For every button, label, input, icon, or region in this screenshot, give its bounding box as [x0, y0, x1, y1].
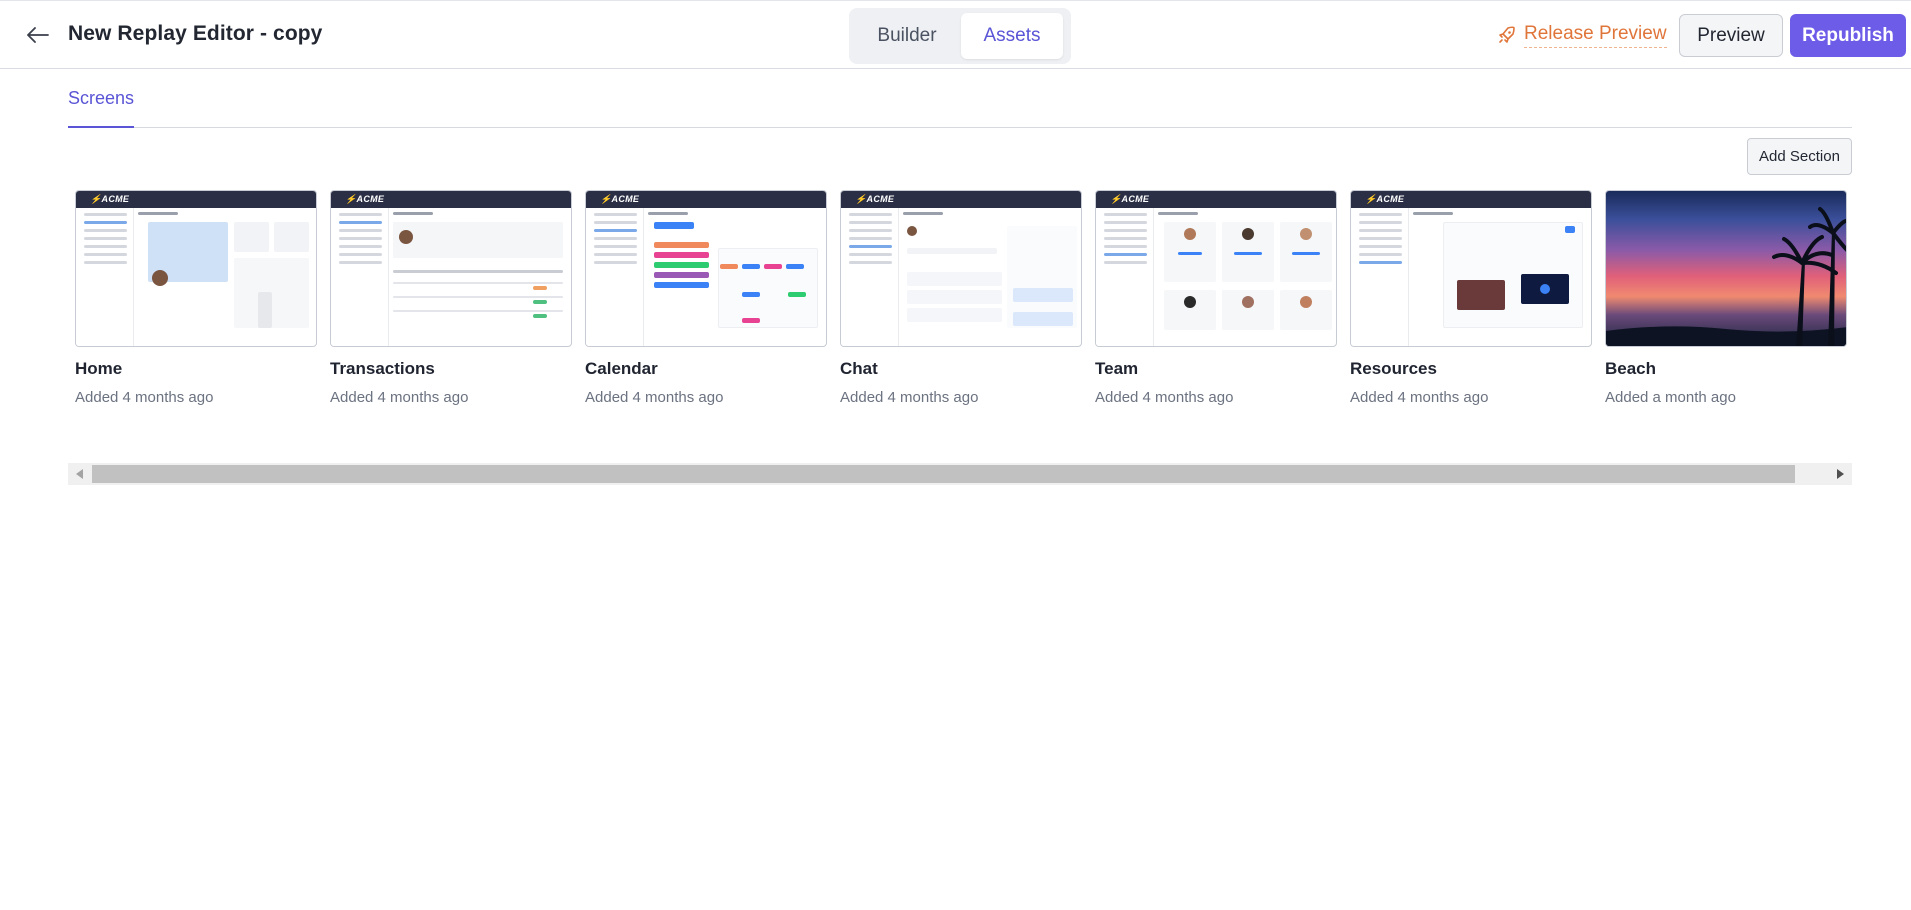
scroll-right-button[interactable] [1828, 463, 1852, 485]
mode-switcher: Builder Assets [849, 8, 1071, 64]
screen-card-transactions[interactable]: ⚡ACME Transactions Added 4 months ago [330, 190, 572, 406]
screen-name: Transactions [330, 359, 435, 378]
screen-name: Calendar [585, 359, 658, 378]
scroll-left-button[interactable] [68, 463, 92, 485]
top-header: New Replay Editor - copy Builder Assets … [0, 0, 1911, 69]
screen-card-beach[interactable]: Beach Added a month ago [1605, 190, 1847, 406]
caret-right-icon [1837, 469, 1844, 479]
screen-thumbnail: ⚡ACME [330, 190, 572, 347]
screen-thumbnail: ⚡ACME [1350, 190, 1592, 347]
add-section-button[interactable]: Add Section [1747, 138, 1852, 175]
horizontal-scrollbar[interactable] [68, 463, 1852, 485]
tab-assets[interactable]: Assets [961, 13, 1063, 59]
screen-added-date: Added 4 months ago [1095, 389, 1234, 406]
screens-gallery: ⚡ACME Home Added 4 months ago ⚡ACME Tran… [68, 190, 1852, 420]
screen-thumbnail: ⚡ACME [75, 190, 317, 347]
screen-added-date: Added 4 months ago [1350, 389, 1489, 406]
screen-thumbnail: ⚡ACME [1095, 190, 1337, 347]
tab-screens[interactable]: Screens [68, 88, 135, 128]
screen-thumbnail: ⚡ACME [585, 190, 827, 347]
screen-name: Home [75, 359, 123, 378]
screen-added-date: Added 4 months ago [75, 389, 214, 406]
screen-added-date: Added 4 months ago [585, 389, 724, 406]
beach-sunset-image [1606, 191, 1846, 346]
screen-name: Resources [1350, 359, 1437, 378]
screen-card-team[interactable]: ⚡ACME Team Added 4 months ago [1095, 190, 1337, 406]
tab-builder[interactable]: Builder [855, 13, 959, 59]
back-button[interactable] [24, 21, 52, 49]
screen-added-date: Added a month ago [1605, 389, 1736, 406]
screen-card-resources[interactable]: ⚡ACME Resources Added 4 months ago [1350, 190, 1592, 406]
scrollbar-thumb[interactable] [92, 465, 1795, 483]
screen-thumbnail [1605, 190, 1847, 347]
screen-card-calendar[interactable]: ⚡ACME Calendar Added 4 months ago [585, 190, 827, 406]
release-preview-link[interactable]: Release Preview [1498, 22, 1667, 48]
preview-button[interactable]: Preview [1679, 14, 1783, 57]
screen-name: Team [1095, 359, 1139, 378]
caret-left-icon [76, 469, 83, 479]
screen-added-date: Added 4 months ago [330, 389, 469, 406]
republish-button[interactable]: Republish [1790, 14, 1906, 57]
rocket-icon [1499, 26, 1515, 43]
screen-name: Beach [1605, 359, 1657, 378]
screen-thumbnail: ⚡ACME [840, 190, 1082, 347]
arrow-left-icon [27, 27, 49, 43]
release-preview-label: Release Preview [1524, 23, 1667, 48]
screen-card-chat[interactable]: ⚡ACME Chat Added 4 months ago [840, 190, 1082, 406]
screen-added-date: Added 4 months ago [840, 389, 979, 406]
section-tabs: Screens [68, 70, 1852, 128]
screen-name: Chat [840, 359, 878, 378]
screen-card-home[interactable]: ⚡ACME Home Added 4 months ago [75, 190, 317, 406]
document-title: New Replay Editor - copy [68, 22, 323, 45]
